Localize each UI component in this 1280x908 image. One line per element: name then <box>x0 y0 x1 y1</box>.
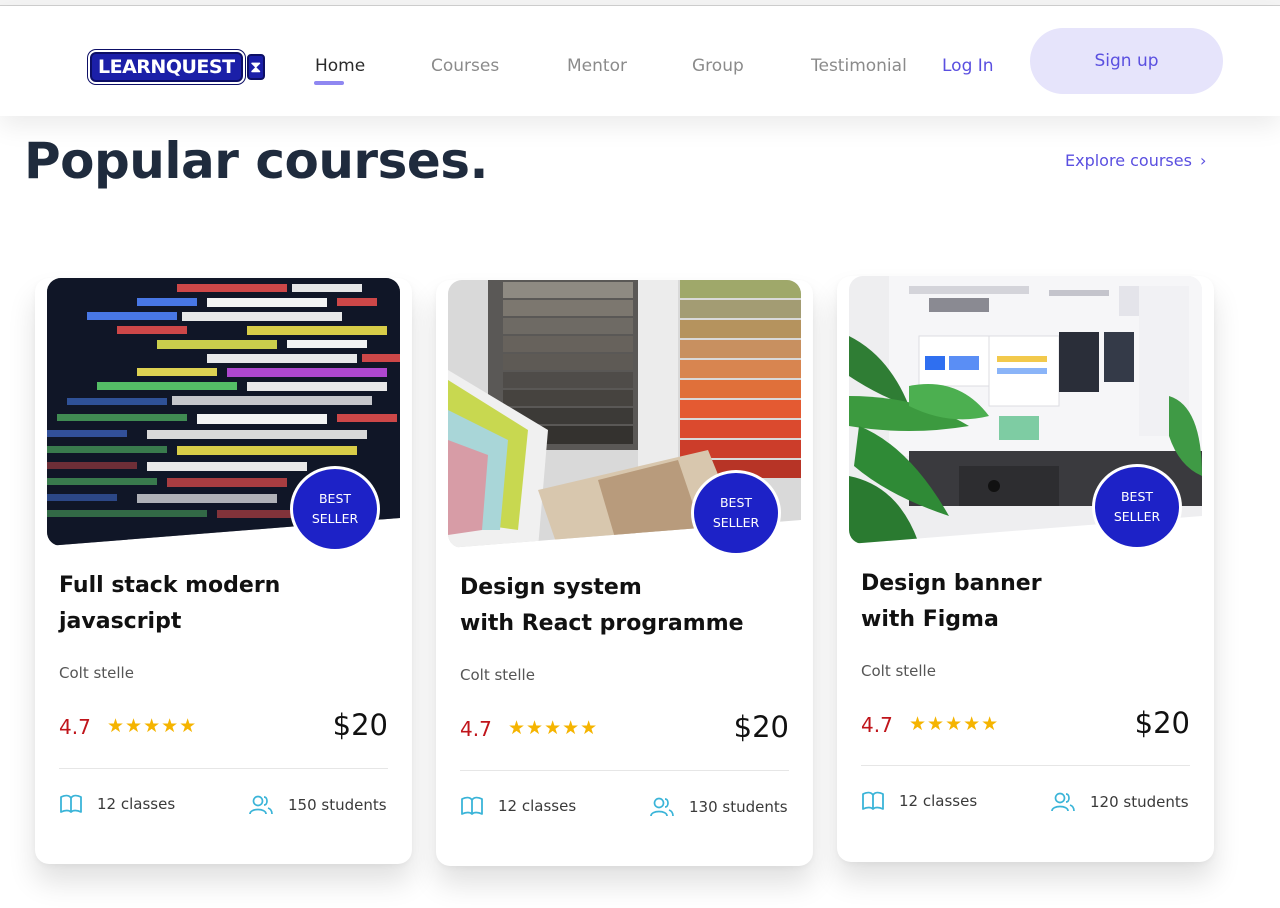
students-count: 120 students <box>1090 793 1189 811</box>
course-price: $20 <box>1134 706 1190 740</box>
best-seller-badge: BEST SELLER <box>1092 464 1182 550</box>
signup-button[interactable]: Sign up <box>1030 28 1223 94</box>
students-count: 150 students <box>288 796 387 814</box>
classes-count: 12 classes <box>899 792 978 810</box>
badge-line-1: BEST <box>318 491 352 506</box>
course-rating: 4.7 <box>460 717 492 741</box>
section-title: Popular courses. <box>24 132 489 190</box>
course-author: Colt stelle <box>460 666 535 684</box>
classes-count: 12 classes <box>97 795 176 813</box>
course-price: $20 <box>332 708 388 742</box>
star-rating-icon: ★★★★★ <box>909 713 1000 735</box>
course-title-line-1: Design system <box>460 575 642 600</box>
course-students: 150 students <box>248 794 387 816</box>
course-classes: 12 classes <box>861 791 977 811</box>
course-title-line-2: with Figma <box>861 607 999 632</box>
course-students: 130 students <box>649 796 788 818</box>
course-rating: 4.7 <box>861 713 893 737</box>
learnquest-logo[interactable]: LEARNQUEST ⧗ <box>90 50 265 84</box>
explore-courses-link[interactable]: Explore courses › <box>1065 151 1206 170</box>
nav-link-courses[interactable]: Courses <box>431 56 499 76</box>
badge-line-2: SELLER <box>1113 509 1161 524</box>
top-navbar: LEARNQUEST ⧗ Home Courses Mentor Group T… <box>0 6 1280 116</box>
course-title: Design banner with Figma <box>861 566 1181 638</box>
users-icon <box>1051 792 1075 812</box>
users-icon <box>249 795 273 815</box>
best-seller-badge: BEST SELLER <box>691 470 781 556</box>
course-title-line-2: javascript <box>59 609 182 634</box>
book-icon <box>461 796 483 815</box>
users-icon <box>650 797 674 817</box>
active-nav-indicator <box>314 81 344 85</box>
card-divider <box>460 770 789 771</box>
badge-line-2: SELLER <box>712 515 760 530</box>
nav-link-mentor[interactable]: Mentor <box>567 56 627 76</box>
badge-line-1: BEST <box>1120 489 1154 504</box>
hourglass-icon: ⧗ <box>246 54 265 80</box>
nav-link-testimonial[interactable]: Testimonial <box>811 56 907 76</box>
course-students: 120 students <box>1050 791 1189 813</box>
chevron-right-icon: › <box>1199 151 1207 170</box>
badge-line-2: SELLER <box>311 511 359 526</box>
book-icon <box>60 794 82 813</box>
star-rating-icon: ★★★★★ <box>508 717 599 739</box>
card-divider <box>59 768 388 769</box>
star-rating-icon: ★★★★★ <box>107 715 198 737</box>
course-card[interactable]: BEST SELLER Full stack modern javascript… <box>35 278 412 864</box>
course-title: Design system with React programme <box>460 570 780 642</box>
course-card[interactable]: BEST SELLER Design banner with Figma Col… <box>837 276 1214 862</box>
course-title-line-1: Full stack modern <box>59 573 281 598</box>
course-title-line-1: Design banner <box>861 571 1042 596</box>
course-classes: 12 classes <box>460 796 576 816</box>
nav-link-group[interactable]: Group <box>692 56 744 76</box>
course-author: Colt stelle <box>861 662 936 680</box>
course-title: Full stack modern javascript <box>59 568 379 640</box>
book-icon <box>862 791 884 810</box>
course-card[interactable]: BEST SELLER Design system with React pro… <box>436 280 813 866</box>
classes-count: 12 classes <box>498 797 577 815</box>
nav-link-home[interactable]: Home <box>315 56 365 76</box>
best-seller-badge: BEST SELLER <box>290 466 380 552</box>
course-price: $20 <box>733 710 789 744</box>
course-rating: 4.7 <box>59 715 91 739</box>
explore-courses-label: Explore courses <box>1065 151 1192 170</box>
course-classes: 12 classes <box>59 794 175 814</box>
course-title-line-2: with React programme <box>460 611 744 636</box>
login-link[interactable]: Log In <box>942 56 994 76</box>
card-divider <box>861 765 1190 766</box>
course-author: Colt stelle <box>59 664 134 682</box>
badge-line-1: BEST <box>719 495 753 510</box>
students-count: 130 students <box>689 798 788 816</box>
logo-wordmark: LEARNQUEST <box>90 52 243 82</box>
